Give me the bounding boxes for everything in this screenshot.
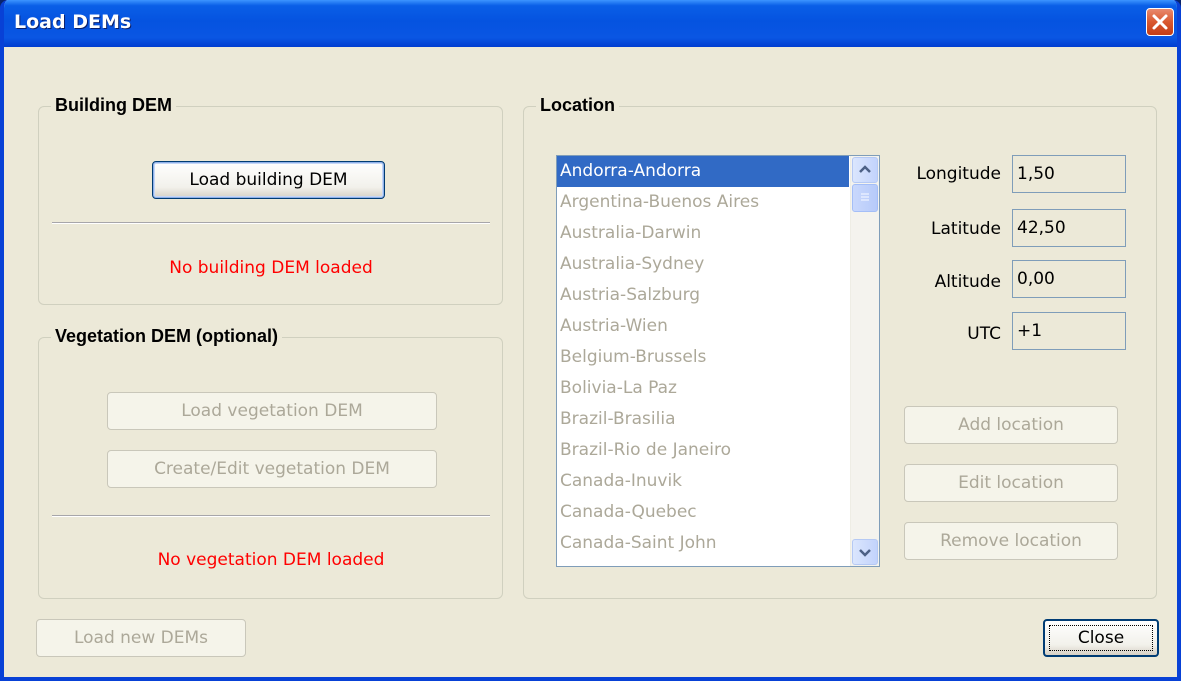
location-list-item[interactable]: Austria-Salzburg xyxy=(557,280,849,311)
location-list-item[interactable]: Canada-Quebec xyxy=(557,497,849,528)
utc-label: UTC xyxy=(967,324,1001,344)
location-title: Location xyxy=(536,95,619,116)
location-list-item[interactable]: Austria-Wien xyxy=(557,311,849,342)
location-list-item[interactable]: Andorra-Andorra xyxy=(557,156,849,187)
location-list-item[interactable]: Canada-Inuvik xyxy=(557,466,849,497)
building-dem-title: Building DEM xyxy=(51,95,176,116)
building-divider xyxy=(52,222,490,224)
altitude-label: Altitude xyxy=(934,272,1001,292)
edit-location-button[interactable]: Edit location xyxy=(904,464,1118,502)
load-vegetation-dem-button[interactable]: Load vegetation DEM xyxy=(107,392,437,430)
scroll-up-button[interactable] xyxy=(852,157,878,183)
vegetation-divider xyxy=(52,515,490,517)
remove-location-button[interactable]: Remove location xyxy=(904,522,1118,560)
location-list-item[interactable]: Australia-Darwin xyxy=(557,218,849,249)
location-list-item[interactable]: Argentina-Buenos Aires xyxy=(557,187,849,218)
location-list-item[interactable]: Canada-Saint John xyxy=(557,528,849,559)
close-icon xyxy=(1152,14,1168,30)
longitude-field[interactable]: 1,50 xyxy=(1012,155,1126,193)
grip-icon xyxy=(861,193,869,201)
location-list-item[interactable]: Bolivia-La Paz xyxy=(557,373,849,404)
load-building-dem-button[interactable]: Load building DEM xyxy=(152,161,385,199)
vegetation-dem-title: Vegetation DEM (optional) xyxy=(51,326,282,347)
scroll-down-button[interactable] xyxy=(852,539,878,565)
create-edit-vegetation-dem-button[interactable]: Create/Edit vegetation DEM xyxy=(107,450,437,488)
chevron-up-icon xyxy=(859,165,871,173)
load-dems-dialog: Load DEMs Building DEM Load building DEM… xyxy=(0,0,1181,681)
location-list-item[interactable]: Australia-Sydney xyxy=(557,249,849,280)
location-list-scrollbar[interactable] xyxy=(850,156,879,566)
chevron-down-icon xyxy=(859,549,871,557)
scroll-thumb[interactable] xyxy=(852,184,878,212)
location-list-item[interactable]: Belgium-Brussels xyxy=(557,342,849,373)
latitude-field[interactable]: 42,50 xyxy=(1012,209,1126,247)
utc-field[interactable]: +1 xyxy=(1012,312,1126,350)
load-new-dems-button[interactable]: Load new DEMs xyxy=(36,619,246,657)
dialog-content: Building DEM Load building DEM No buildi… xyxy=(4,47,1177,677)
title-bar: Load DEMs xyxy=(4,0,1177,47)
location-list-items: Andorra-Andorra Argentina-Buenos Aires Aus… xyxy=(557,156,849,559)
building-dem-status: No building DEM loaded xyxy=(169,258,373,278)
vegetation-dem-status: No vegetation DEM loaded xyxy=(157,550,385,570)
latitude-label: Latitude xyxy=(931,219,1001,239)
location-list-item[interactable]: Brazil-Rio de Janeiro xyxy=(557,435,849,466)
location-list[interactable]: Andorra-Andorra Argentina-Buenos Aires Aus… xyxy=(556,155,880,567)
close-button[interactable]: Close xyxy=(1043,619,1159,657)
longitude-label: Longitude xyxy=(916,164,1001,184)
location-list-item[interactable]: Brazil-Brasilia xyxy=(557,404,849,435)
add-location-button[interactable]: Add location xyxy=(904,406,1118,444)
altitude-field[interactable]: 0,00 xyxy=(1012,260,1126,298)
close-window-button[interactable] xyxy=(1146,8,1174,36)
window-title: Load DEMs xyxy=(14,11,132,33)
